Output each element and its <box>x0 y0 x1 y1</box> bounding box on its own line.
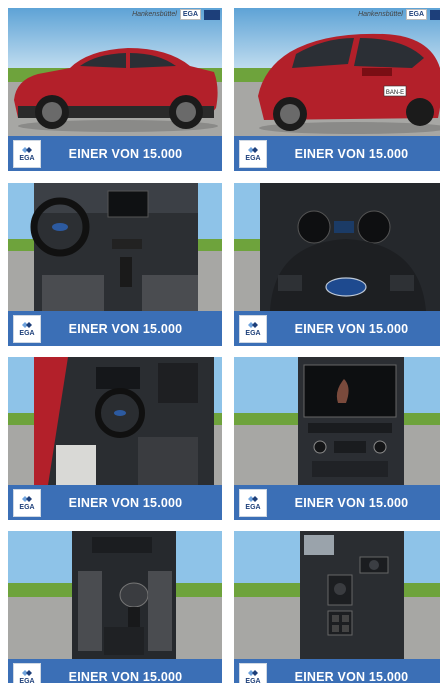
ega-logo-text: EGA <box>19 154 35 162</box>
interior-door-image <box>34 357 214 485</box>
banner-text: EINER VON 15.000 <box>294 321 409 336</box>
mini-ega-logo: EGA <box>179 9 201 20</box>
banner-text: EINER VON 15.000 <box>68 321 183 336</box>
ega-logo-text: EGA <box>245 677 261 683</box>
ega-logo: EGA <box>13 662 41 683</box>
dashboard-image <box>30 183 198 311</box>
banner: EGA EINER VON 15.000 <box>234 485 440 520</box>
dealer-watermark: Hankensbüttel EGA <box>358 9 440 20</box>
ega-logo: EGA <box>13 139 41 168</box>
ega-logo: EGA <box>239 139 267 168</box>
brand-logo-icon <box>430 9 440 20</box>
ega-logo: EGA <box>13 314 41 343</box>
ega-diamond-icon <box>22 146 32 153</box>
banner: EGA EINER VON 15.000 <box>234 659 440 683</box>
photo-tile-steering-wheel[interactable]: EGA EINER VON 15.000 <box>234 183 440 346</box>
ega-logo: EGA <box>13 488 41 517</box>
infotainment-image <box>298 357 404 485</box>
ega-diamond-icon <box>248 669 258 676</box>
ega-logo-text: EGA <box>19 503 35 511</box>
license-plate: BAN-E <box>386 90 404 96</box>
ega-logo: EGA <box>239 662 267 683</box>
car-side-image <box>14 48 218 132</box>
ega-logo-text: EGA <box>245 329 261 337</box>
ega-diamond-icon <box>248 495 258 502</box>
mini-ega-logo: EGA <box>405 9 427 20</box>
banner-text: EINER VON 15.000 <box>294 669 409 683</box>
ega-logo: EGA <box>239 314 267 343</box>
photo-tile-door-controls[interactable]: EGA EINER VON 15.000 <box>234 531 440 683</box>
photo-tile-exterior-side[interactable]: Hankensbüttel EGA EGA EINER VON 15.000 <box>8 8 222 171</box>
banner: EGA EINER VON 15.000 <box>8 311 222 346</box>
banner-text: EINER VON 15.000 <box>68 669 183 683</box>
ega-logo: EGA <box>239 488 267 517</box>
ega-diamond-icon <box>22 495 32 502</box>
ega-diamond-icon <box>22 669 32 676</box>
ega-diamond-icon <box>248 146 258 153</box>
steering-wheel-image <box>260 183 440 311</box>
banner-text: EINER VON 15.000 <box>68 146 183 161</box>
dealer-name: Hankensbüttel <box>358 11 403 18</box>
photo-tile-interior-door[interactable]: EGA EINER VON 15.000 <box>8 357 222 520</box>
banner-text: EINER VON 15.000 <box>68 495 183 510</box>
ega-logo-text: EGA <box>245 503 261 511</box>
ega-diamond-icon <box>22 321 32 328</box>
brand-logo-icon <box>204 9 220 20</box>
ega-logo-text: EGA <box>19 677 35 683</box>
dealer-name: Hankensbüttel <box>132 11 177 18</box>
photo-tile-infotainment[interactable]: EGA EINER VON 15.000 <box>234 357 440 520</box>
banner-text: EINER VON 15.000 <box>294 495 409 510</box>
car-rear-image: BAN-E <box>258 33 440 134</box>
banner: EGA EINER VON 15.000 <box>234 136 440 171</box>
banner: EGA EINER VON 15.000 <box>8 136 222 171</box>
dealer-watermark: Hankensbüttel EGA <box>132 9 220 20</box>
ega-logo-text: EGA <box>245 154 261 162</box>
image-grid: Hankensbüttel EGA EGA EINER VON 15.000 B… <box>0 0 440 683</box>
photo-tile-interior-dashboard[interactable]: EGA EINER VON 15.000 <box>8 183 222 346</box>
banner-text: EINER VON 15.000 <box>294 146 409 161</box>
gear-shift-image <box>72 531 176 659</box>
photo-tile-exterior-rear[interactable]: BAN-E Hankensbüttel EGA EGA EINER VON 15… <box>234 8 440 171</box>
ega-logo-text: EGA <box>19 329 35 337</box>
photo-tile-gear-shift[interactable]: EGA EINER VON 15.000 <box>8 531 222 683</box>
door-controls-image <box>300 531 404 659</box>
banner: EGA EINER VON 15.000 <box>234 311 440 346</box>
ega-diamond-icon <box>248 321 258 328</box>
banner: EGA EINER VON 15.000 <box>8 659 222 683</box>
banner: EGA EINER VON 15.000 <box>8 485 222 520</box>
